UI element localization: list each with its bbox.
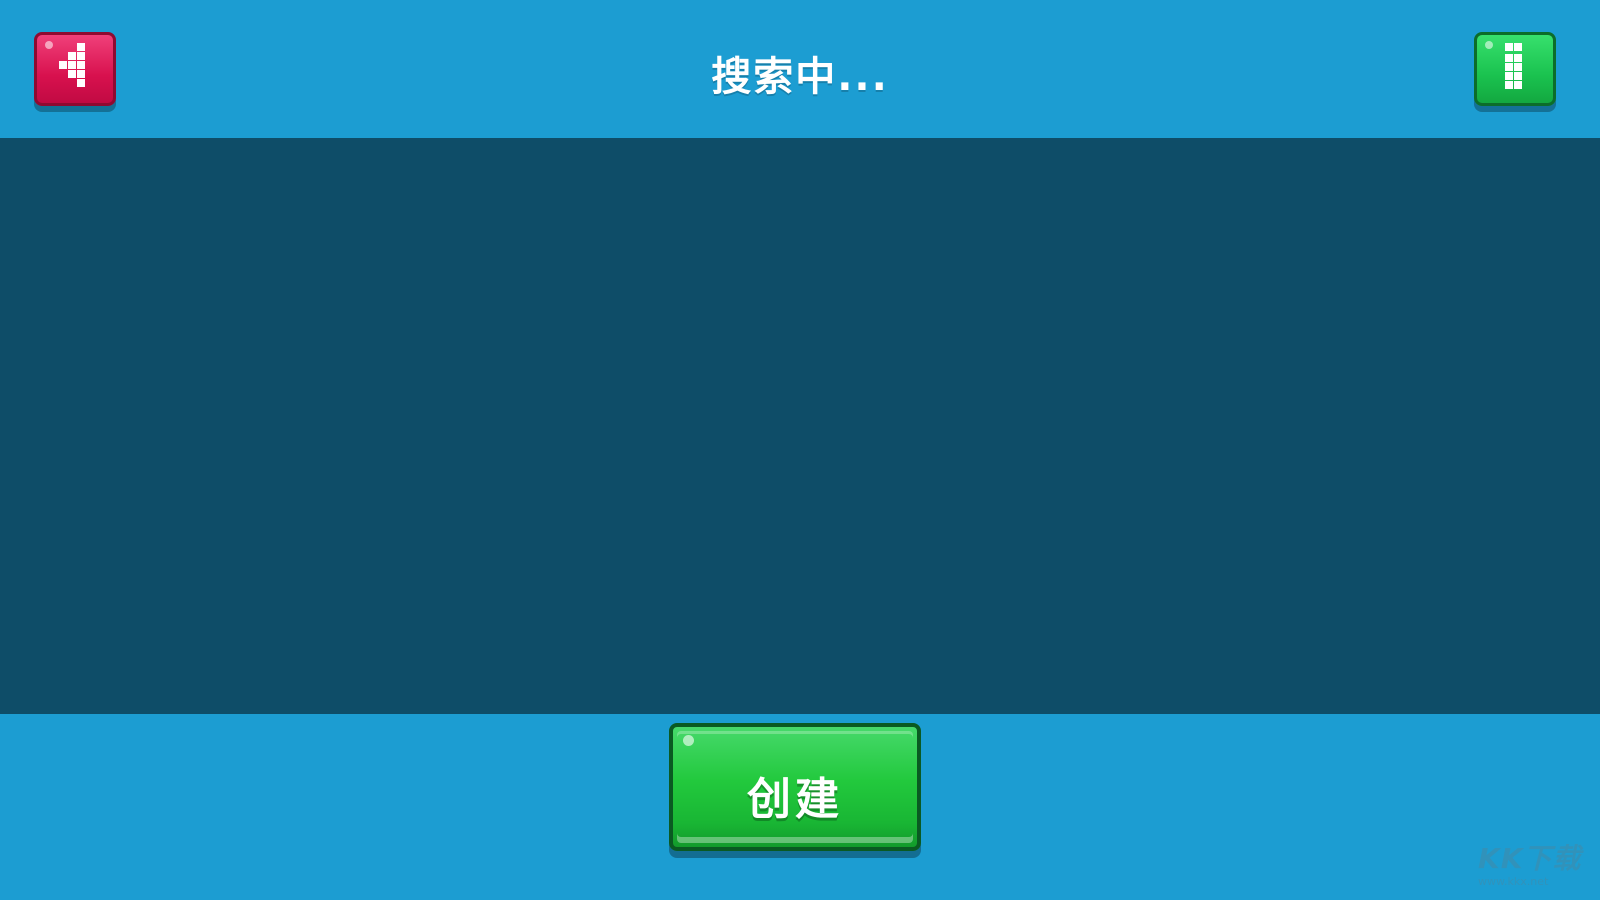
top-bar: 搜索中... [0,0,1600,138]
watermark-url: www.kkx.net [1478,875,1549,888]
game-screen: 搜索中... 创建 KK下载 www.kkx.net [0,0,1600,900]
info-button[interactable] [1474,32,1556,106]
watermark: KK下载 www.kkx.net [1478,843,1594,895]
watermark-logo: KK下载 [1478,842,1582,875]
create-button-label: 创建 [747,774,843,825]
info-icon [1505,43,1522,89]
room-list-area [0,138,1600,714]
create-button[interactable]: 创建 [669,723,921,851]
button-shine [683,735,694,746]
page-title: 搜索中... [711,54,889,100]
